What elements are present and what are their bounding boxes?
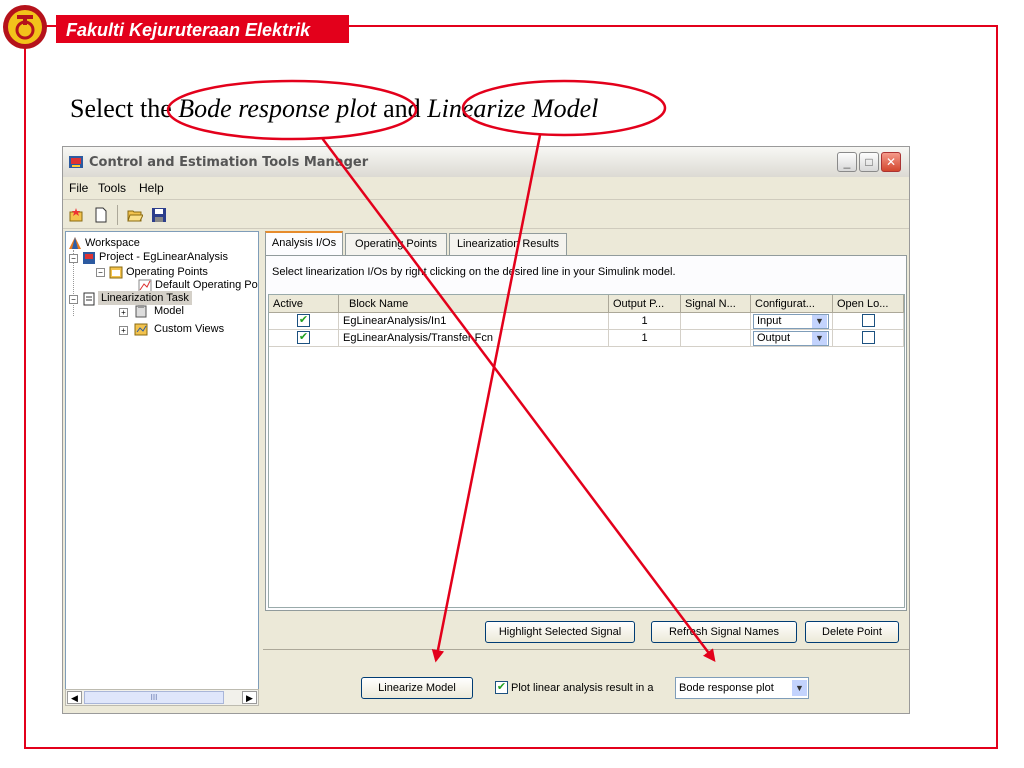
scroll-left-arrow-icon[interactable]: ◀ (67, 691, 82, 704)
divider (263, 649, 909, 650)
refresh-signal-names-button[interactable]: Refresh Signal Names (651, 621, 797, 643)
row2-open-loop-checkbox[interactable] (862, 331, 875, 344)
menu-help[interactable]: Help (139, 181, 164, 195)
row2-block-name: EgLinearAnalysis/Transfer Fcn (339, 330, 609, 347)
toolbar (63, 199, 909, 229)
tree-workspace[interactable]: Workspace (85, 237, 140, 249)
tab-operating-points[interactable]: Operating Points (345, 233, 447, 255)
col-block-name-header[interactable]: Block Name (339, 295, 609, 313)
linearize-model-button[interactable]: Linearize Model (361, 677, 473, 699)
chevron-down-icon[interactable]: ▼ (812, 315, 827, 328)
instruction-middle: and (376, 94, 428, 123)
analysis-ios-panel: Select linearization I/Os by right click… (265, 255, 907, 611)
university-logo (3, 5, 47, 49)
window-titlebar: Control and Estimation Tools Manager _ □… (63, 147, 909, 177)
plot-type-select[interactable]: Bode response plot ▼ (675, 677, 809, 699)
operating-points-icon (109, 266, 123, 279)
row2-open-loop-cell (833, 330, 904, 347)
col-configuration-header[interactable]: Configurat... (751, 295, 833, 313)
plot-result-label: Plot linear analysis result in a (511, 682, 654, 694)
custom-views-expand-toggle[interactable]: + (119, 326, 128, 335)
project-icon (83, 252, 95, 264)
chevron-down-icon[interactable]: ▼ (792, 680, 807, 696)
col-open-loop-header[interactable]: Open Lo... (833, 295, 904, 313)
col-signal-name-header[interactable]: Signal N... (681, 295, 751, 313)
tree-project[interactable]: Project - EgLinearAnalysis (99, 251, 228, 263)
new-project-icon[interactable] (68, 207, 84, 223)
plot-type-value: Bode response plot (679, 682, 774, 694)
app-icon (69, 156, 83, 168)
row1-output-port: 1 (609, 313, 681, 330)
tree-operating-points[interactable]: Operating Points (126, 266, 208, 278)
chevron-down-icon[interactable]: ▼ (812, 332, 827, 345)
workspace-tree: Workspace − Project - EgLinearAnalysis −… (65, 231, 259, 703)
row1-signal-name[interactable] (681, 313, 751, 330)
row2-configuration-select[interactable]: Output ▼ (753, 331, 829, 346)
delete-point-button[interactable]: Delete Point (805, 621, 899, 643)
linearization-task-icon (83, 292, 95, 306)
row2-configuration-value: Output (757, 332, 791, 344)
row1-open-loop-cell (833, 313, 904, 330)
scroll-right-arrow-icon[interactable]: ▶ (242, 691, 257, 704)
window-title: Control and Estimation Tools Manager (89, 155, 369, 170)
table-row: ✔ (269, 313, 339, 330)
model-expand-toggle[interactable]: + (119, 308, 128, 317)
highlight-selected-signal-button[interactable]: Highlight Selected Signal (485, 621, 635, 643)
tree-horizontal-scrollbar[interactable]: ◀ III ▶ (65, 689, 259, 706)
plot-result-checkbox[interactable]: ✔ (495, 681, 508, 694)
tree-model[interactable]: Model (154, 305, 184, 317)
workspace-icon (69, 237, 81, 249)
tab-linearization-results[interactable]: Linearization Results (449, 233, 567, 255)
row1-block-name: EgLinearAnalysis/In1 (339, 313, 609, 330)
operating-points-collapse-toggle[interactable]: − (96, 268, 105, 277)
tab-analysis-ios[interactable]: Analysis I/Os (265, 231, 343, 255)
col-active-header[interactable]: Active (269, 295, 339, 313)
custom-views-icon (134, 323, 148, 336)
io-table: Active Block Name Output P... Signal N..… (268, 294, 905, 608)
menu-file[interactable]: File (69, 181, 88, 195)
linearization-task-collapse-toggle[interactable]: − (69, 295, 78, 304)
save-icon[interactable] (151, 207, 167, 223)
instruction-model-term: Linearize Model (427, 94, 599, 123)
tree-custom-views[interactable]: Custom Views (154, 323, 224, 335)
menu-bar: File Tools Help (63, 177, 909, 199)
row2-active-checkbox[interactable]: ✔ (297, 331, 310, 344)
panel-description: Select linearization I/Os by right click… (272, 266, 676, 278)
menu-tools[interactable]: Tools (98, 181, 126, 195)
maximize-button[interactable]: □ (859, 152, 879, 172)
instruction-prefix: Select the (70, 94, 179, 123)
row2-output-port: 1 (609, 330, 681, 347)
model-icon (135, 305, 147, 318)
project-collapse-toggle[interactable]: − (69, 254, 78, 263)
close-button[interactable]: ✕ (881, 152, 901, 172)
new-task-icon[interactable] (93, 207, 109, 223)
row1-configuration-value: Input (757, 315, 782, 327)
tree-linearization-task[interactable]: Linearization Task (98, 291, 192, 305)
table-row: ✔ (269, 330, 339, 347)
instruction-text: Select the Bode response plot and Linear… (70, 94, 598, 124)
row2-signal-name[interactable] (681, 330, 751, 347)
row1-open-loop-checkbox[interactable] (862, 314, 875, 327)
control-tools-window: Control and Estimation Tools Manager _ □… (62, 146, 910, 714)
row1-configuration-select[interactable]: Input ▼ (753, 314, 829, 329)
open-folder-icon[interactable] (127, 207, 143, 223)
col-output-port-header[interactable]: Output P... (609, 295, 681, 313)
toolbar-divider (117, 205, 118, 225)
row1-active-checkbox[interactable]: ✔ (297, 314, 310, 327)
tree-default-operating-point[interactable]: Default Operating Po (155, 279, 258, 291)
minimize-button[interactable]: _ (837, 152, 857, 172)
header-title: Fakulti Kejuruteraan Elektrik (66, 20, 311, 40)
row2-configuration-cell: Output ▼ (751, 330, 833, 347)
scroll-thumb[interactable]: III (84, 691, 224, 704)
row1-configuration-cell: Input ▼ (751, 313, 833, 330)
instruction-plot-term: Bode response plot (178, 94, 377, 123)
